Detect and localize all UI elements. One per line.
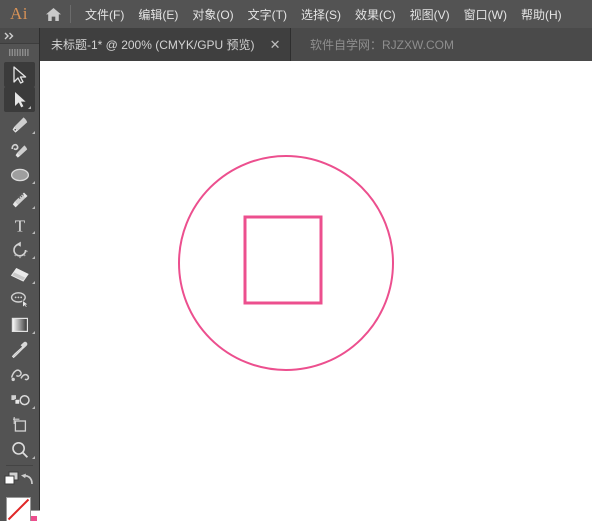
home-icon[interactable] [38,7,68,22]
menu-edit[interactable]: 编辑(E) [131,2,185,27]
illustrator-window: Ai 文件(F) 编辑(E) 对象(O) 文字(T) 选择(S) 效果(C) 视图(V) 窗口… [0,0,592,521]
curvature-tool[interactable] [0,137,39,162]
eraser-icon [10,267,30,283]
paintbrush-tool[interactable] [0,187,39,212]
pen-nib-icon [11,116,29,134]
tool-flyout-indicator[interactable] [32,131,35,134]
double-chevron-right-icon[interactable] [0,28,39,44]
tool-flyout-indicator[interactable] [32,181,35,184]
tool-flyout-indicator[interactable] [32,281,35,284]
zoom-tool[interactable] [0,437,39,462]
document-tab-label: 未标题-1* @ 200% (CMYK/GPU 预览) [51,38,255,52]
rotate-tool[interactable] [0,237,39,262]
menu-bar: Ai 文件(F) 编辑(E) 对象(O) 文字(T) 选择(S) 效果(C) 视图(V) 窗口… [0,0,592,28]
arrow-cursor-icon [12,65,28,84]
none-slash-icon [7,498,30,521]
menu-help[interactable]: 帮助(H) [514,2,569,27]
symbol-sprayer-tool[interactable] [0,387,39,412]
menu-divider [70,5,71,23]
ellipse-tool[interactable] [0,162,39,187]
artboard-icon [11,416,29,434]
tool-flyout-indicator[interactable] [32,331,35,334]
toolbar-extras [0,469,39,493]
selection-tool[interactable] [4,62,35,87]
paintbrush-icon [11,191,29,209]
curvature-icon [10,141,29,159]
gradient-tool[interactable] [0,312,39,337]
eraser-tool[interactable] [0,262,39,287]
pen-tool[interactable] [0,112,39,137]
svg-text:T: T [14,216,25,234]
ai-logo: Ai [10,4,28,23]
gradient-square-icon [11,317,29,333]
drag-grip-icon[interactable] [0,44,39,60]
symbol-sprayer-icon [10,392,30,408]
circle-shape[interactable] [178,155,394,371]
tool-flyout-indicator[interactable] [28,106,31,109]
document-tab-bar: 未标题-1* @ 200% (CMYK/GPU 预览) ✕ 软件自学网：RJZX… [0,28,592,61]
fill-color-swatch[interactable] [6,497,31,521]
tool-flyout-indicator[interactable] [32,206,35,209]
tool-flyout-indicator[interactable] [32,256,35,259]
curved-arrow-icon[interactable] [20,472,35,491]
shaper-lasso-icon [10,291,30,308]
menu-select[interactable]: 选择(S) [294,2,348,27]
magnifier-icon [11,441,29,459]
menu-window[interactable]: 窗口(W) [457,2,514,27]
document-tab[interactable]: 未标题-1* @ 200% (CMYK/GPU 预览) ✕ [40,28,291,61]
document-canvas[interactable] [40,61,592,521]
menu-file[interactable]: 文件(F) [78,2,131,27]
blend-icon [10,367,30,383]
tool-flyout-indicator[interactable] [32,231,35,234]
direct-selection-tool[interactable] [4,87,35,112]
tool-flyout-indicator[interactable] [32,406,35,409]
stacked-squares-icon[interactable] [4,471,20,491]
rotate-arrow-icon [11,241,29,259]
filled-arrow-icon [12,91,28,109]
eyedropper-icon [11,341,29,359]
type-tool[interactable]: T [0,212,39,237]
close-icon[interactable]: ✕ [266,38,285,51]
shaper-tool[interactable] [0,287,39,312]
menu-view[interactable]: 视图(V) [403,2,457,27]
toolbar-divider [6,465,33,466]
menu-effect[interactable]: 效果(C) [348,2,403,27]
ellipse-icon [10,167,30,183]
tools-panel: T [0,28,43,521]
tool-flyout-indicator[interactable] [32,456,35,459]
blend-tool[interactable] [0,362,39,387]
watermark-text: 软件自学网：RJZXW.COM [310,38,454,52]
artboard-tool[interactable] [0,412,39,437]
fill-stroke-controls [0,495,43,521]
menu-type[interactable]: 文字(T) [241,2,294,27]
menu-object[interactable]: 对象(O) [185,2,240,27]
type-t-icon: T [12,216,28,234]
square-shape[interactable] [243,215,323,305]
artwork-layer [178,155,394,371]
eyedropper-tool[interactable] [0,337,39,362]
